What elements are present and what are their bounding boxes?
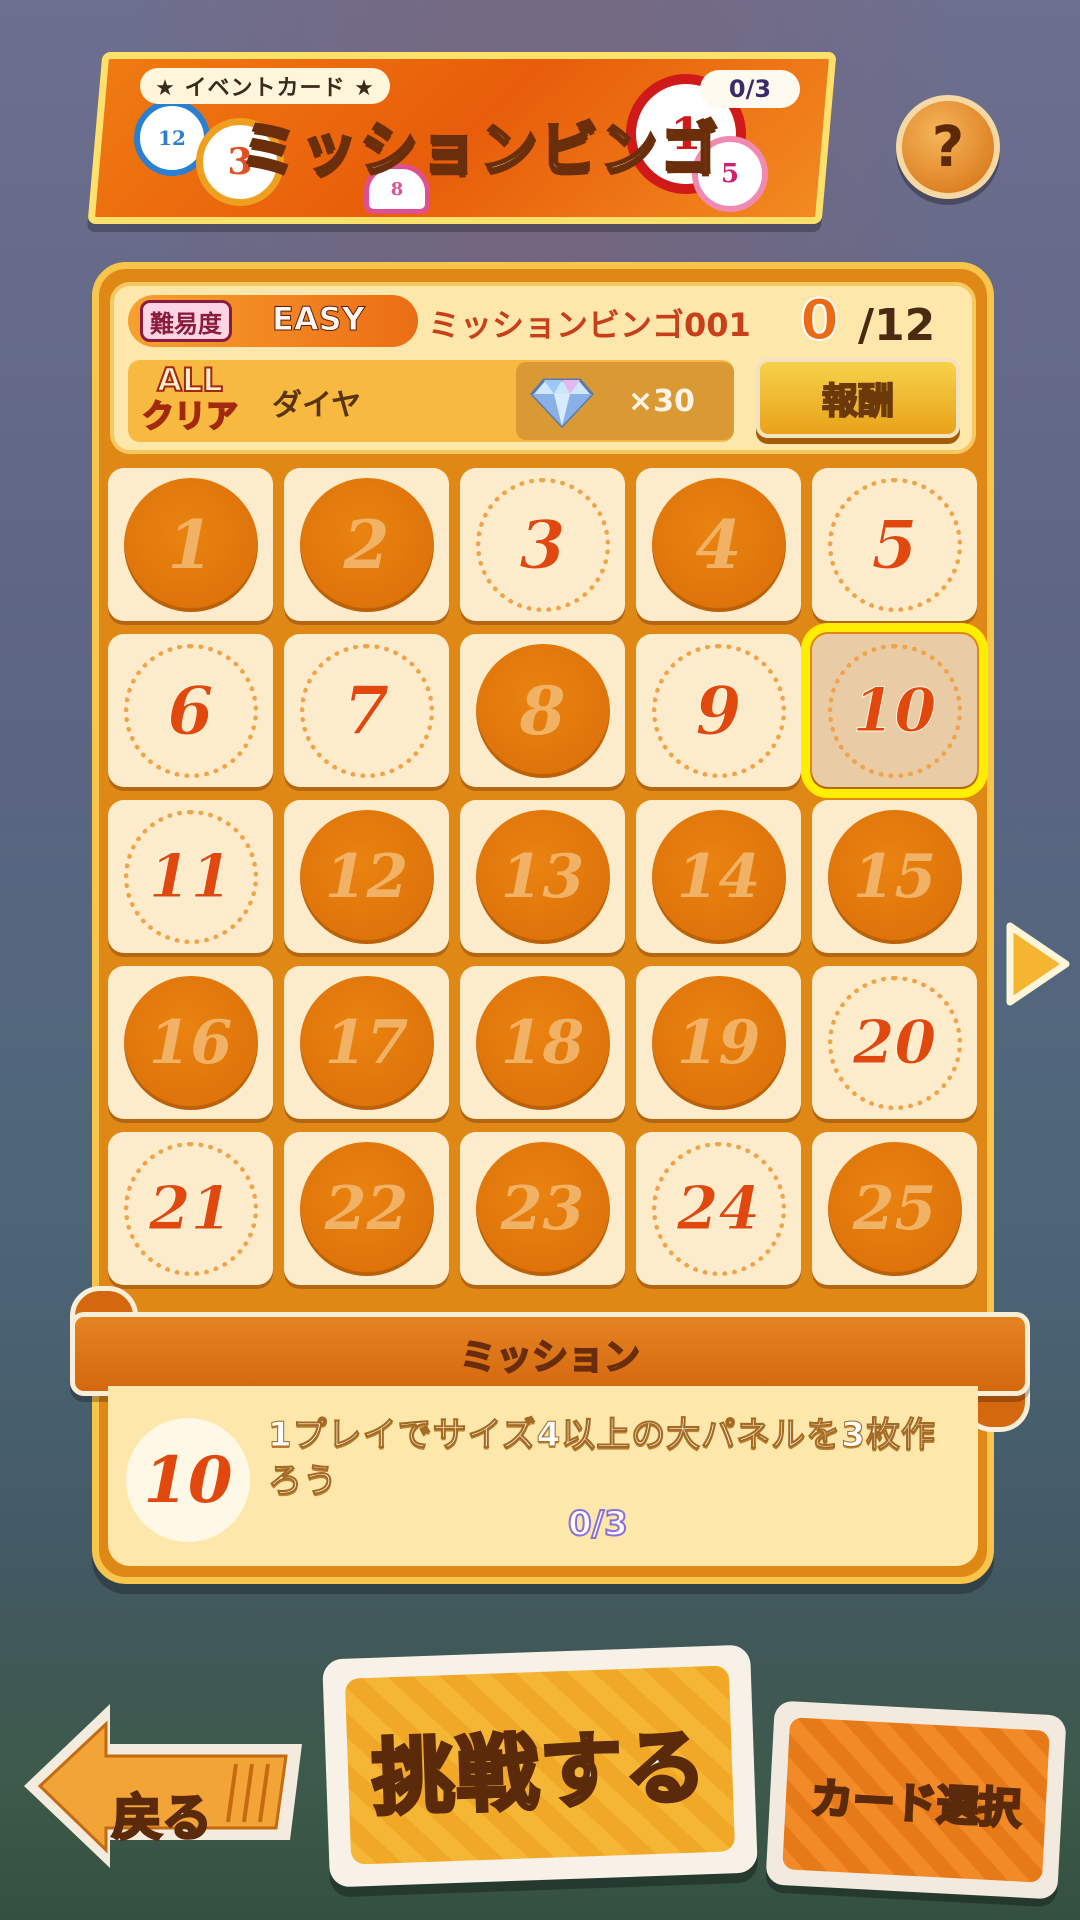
bingo-cell[interactable]: 21 [108, 1132, 273, 1285]
bingo-cell-number: 2 [299, 477, 434, 612]
bingo-cell[interactable]: 8 [460, 634, 625, 787]
bingo-cell[interactable]: 2 [284, 468, 449, 621]
bingo-cell[interactable]: 20 [812, 966, 977, 1119]
bingo-cell[interactable]: 9 [636, 634, 801, 787]
card-select-button-face: カード選択 [782, 1717, 1050, 1883]
bingo-cell-number: 21 [123, 1141, 258, 1276]
reward-quantity: ×30 [628, 384, 695, 419]
difficulty-value: EASY [272, 300, 366, 339]
bingo-cell[interactable]: 10 [801, 623, 988, 798]
bingo-cell-number: 3 [475, 477, 610, 612]
bingo-cell-number: 11 [123, 809, 258, 944]
challenge-button-face: 挑戦する [344, 1665, 736, 1865]
bingo-cell-number: 15 [827, 809, 962, 944]
bingo-cell[interactable]: 19 [636, 966, 801, 1119]
bingo-cell-number: 18 [475, 975, 610, 1110]
bingo-cell[interactable]: 25 [812, 1132, 977, 1285]
bingo-cell-number: 23 [475, 1141, 610, 1276]
all-clear-label: ALL クリア [141, 361, 239, 435]
bingo-cell[interactable]: 23 [460, 1132, 625, 1285]
difficulty-label: 難易度 [140, 300, 232, 342]
bingo-cell[interactable]: 6 [108, 634, 273, 787]
event-title: ミッションビンゴ [238, 114, 721, 185]
diamond-icon [530, 378, 594, 428]
bingo-cell-number: 10 [827, 643, 962, 778]
card-select-button-label: カード選択 [808, 1772, 1023, 1835]
mission-ribbon-label: ミッション [459, 1336, 641, 1379]
back-button-label: 戻る [111, 1788, 214, 1849]
bingo-cell[interactable]: 11 [108, 800, 273, 953]
bingo-cell[interactable]: 4 [636, 468, 801, 621]
progress-current: 0 [799, 287, 840, 354]
bingo-cell-number: 16 [123, 975, 258, 1110]
bingo-cell-number: 12 [299, 809, 434, 944]
mission-ribbon: ミッション [70, 1312, 1030, 1396]
bingo-cell-number: 4 [651, 477, 786, 612]
bingo-cell-number: 6 [123, 643, 258, 778]
bingo-cell[interactable]: 24 [636, 1132, 801, 1285]
card-select-button[interactable]: カード選択 [765, 1700, 1067, 1900]
bingo-grid: 1 2 3 4 5 6 7 8 9 10 11 12 13 14 15 16 17 18 19 20 21 22 23 24 2… [108, 468, 988, 1286]
next-card-arrow-icon[interactable] [1002, 920, 1072, 1008]
bingo-cell[interactable]: 7 [284, 634, 449, 787]
bingo-cell[interactable]: 17 [284, 966, 449, 1119]
bingo-cell[interactable]: 16 [108, 966, 273, 1119]
bingo-cell-number: 8 [475, 643, 610, 778]
all-clear-badge: ALL クリア [140, 361, 240, 435]
mission-number-badge: 10 [126, 1418, 250, 1542]
event-card-count: 0/3 [700, 70, 800, 108]
bingo-cell[interactable]: 15 [812, 800, 977, 953]
bingo-cell[interactable]: 5 [812, 468, 977, 621]
mission-set-name: ミッションビンゴ001 [428, 306, 751, 344]
mission-description: 1プレイでサイズ4以上の大パネルを3枚作ろう [268, 1415, 936, 1502]
bingo-cell[interactable]: 18 [460, 966, 625, 1119]
bingo-cell[interactable]: 1 [108, 468, 273, 621]
bingo-cell-number: 1 [123, 477, 258, 612]
bingo-cell[interactable]: 3 [460, 468, 625, 621]
bingo-cell[interactable]: 14 [636, 800, 801, 953]
challenge-button-label: 挑戦する [369, 1718, 712, 1829]
bingo-cell[interactable]: 13 [460, 800, 625, 953]
reward-item-name: ダイヤ [272, 388, 362, 423]
bingo-cell-number: 20 [827, 975, 962, 1110]
bingo-cell[interactable]: 12 [284, 800, 449, 953]
bingo-cell-number: 7 [299, 643, 434, 778]
bingo-cell-number: 24 [651, 1141, 786, 1276]
bingo-cell-number: 22 [299, 1141, 434, 1276]
mission-progress: 0/3 [567, 1503, 629, 1545]
bingo-cell-number: 17 [299, 975, 434, 1110]
bingo-cell-number: 13 [475, 809, 610, 944]
bingo-cell-number: 9 [651, 643, 786, 778]
bingo-cell[interactable]: 22 [284, 1132, 449, 1285]
challenge-button[interactable]: 挑戦する [322, 1644, 758, 1888]
bingo-cell-number: 5 [827, 477, 962, 612]
bingo-cell-number: 25 [827, 1141, 962, 1276]
bingo-cell-number: 19 [651, 975, 786, 1110]
reward-button[interactable]: 報酬 [756, 358, 960, 438]
bingo-cell-number: 14 [651, 809, 786, 944]
help-button[interactable]: ? [896, 95, 1000, 199]
progress-total: /12 [858, 300, 936, 351]
event-card-tag: ★ イベントカード ★ [140, 68, 390, 104]
